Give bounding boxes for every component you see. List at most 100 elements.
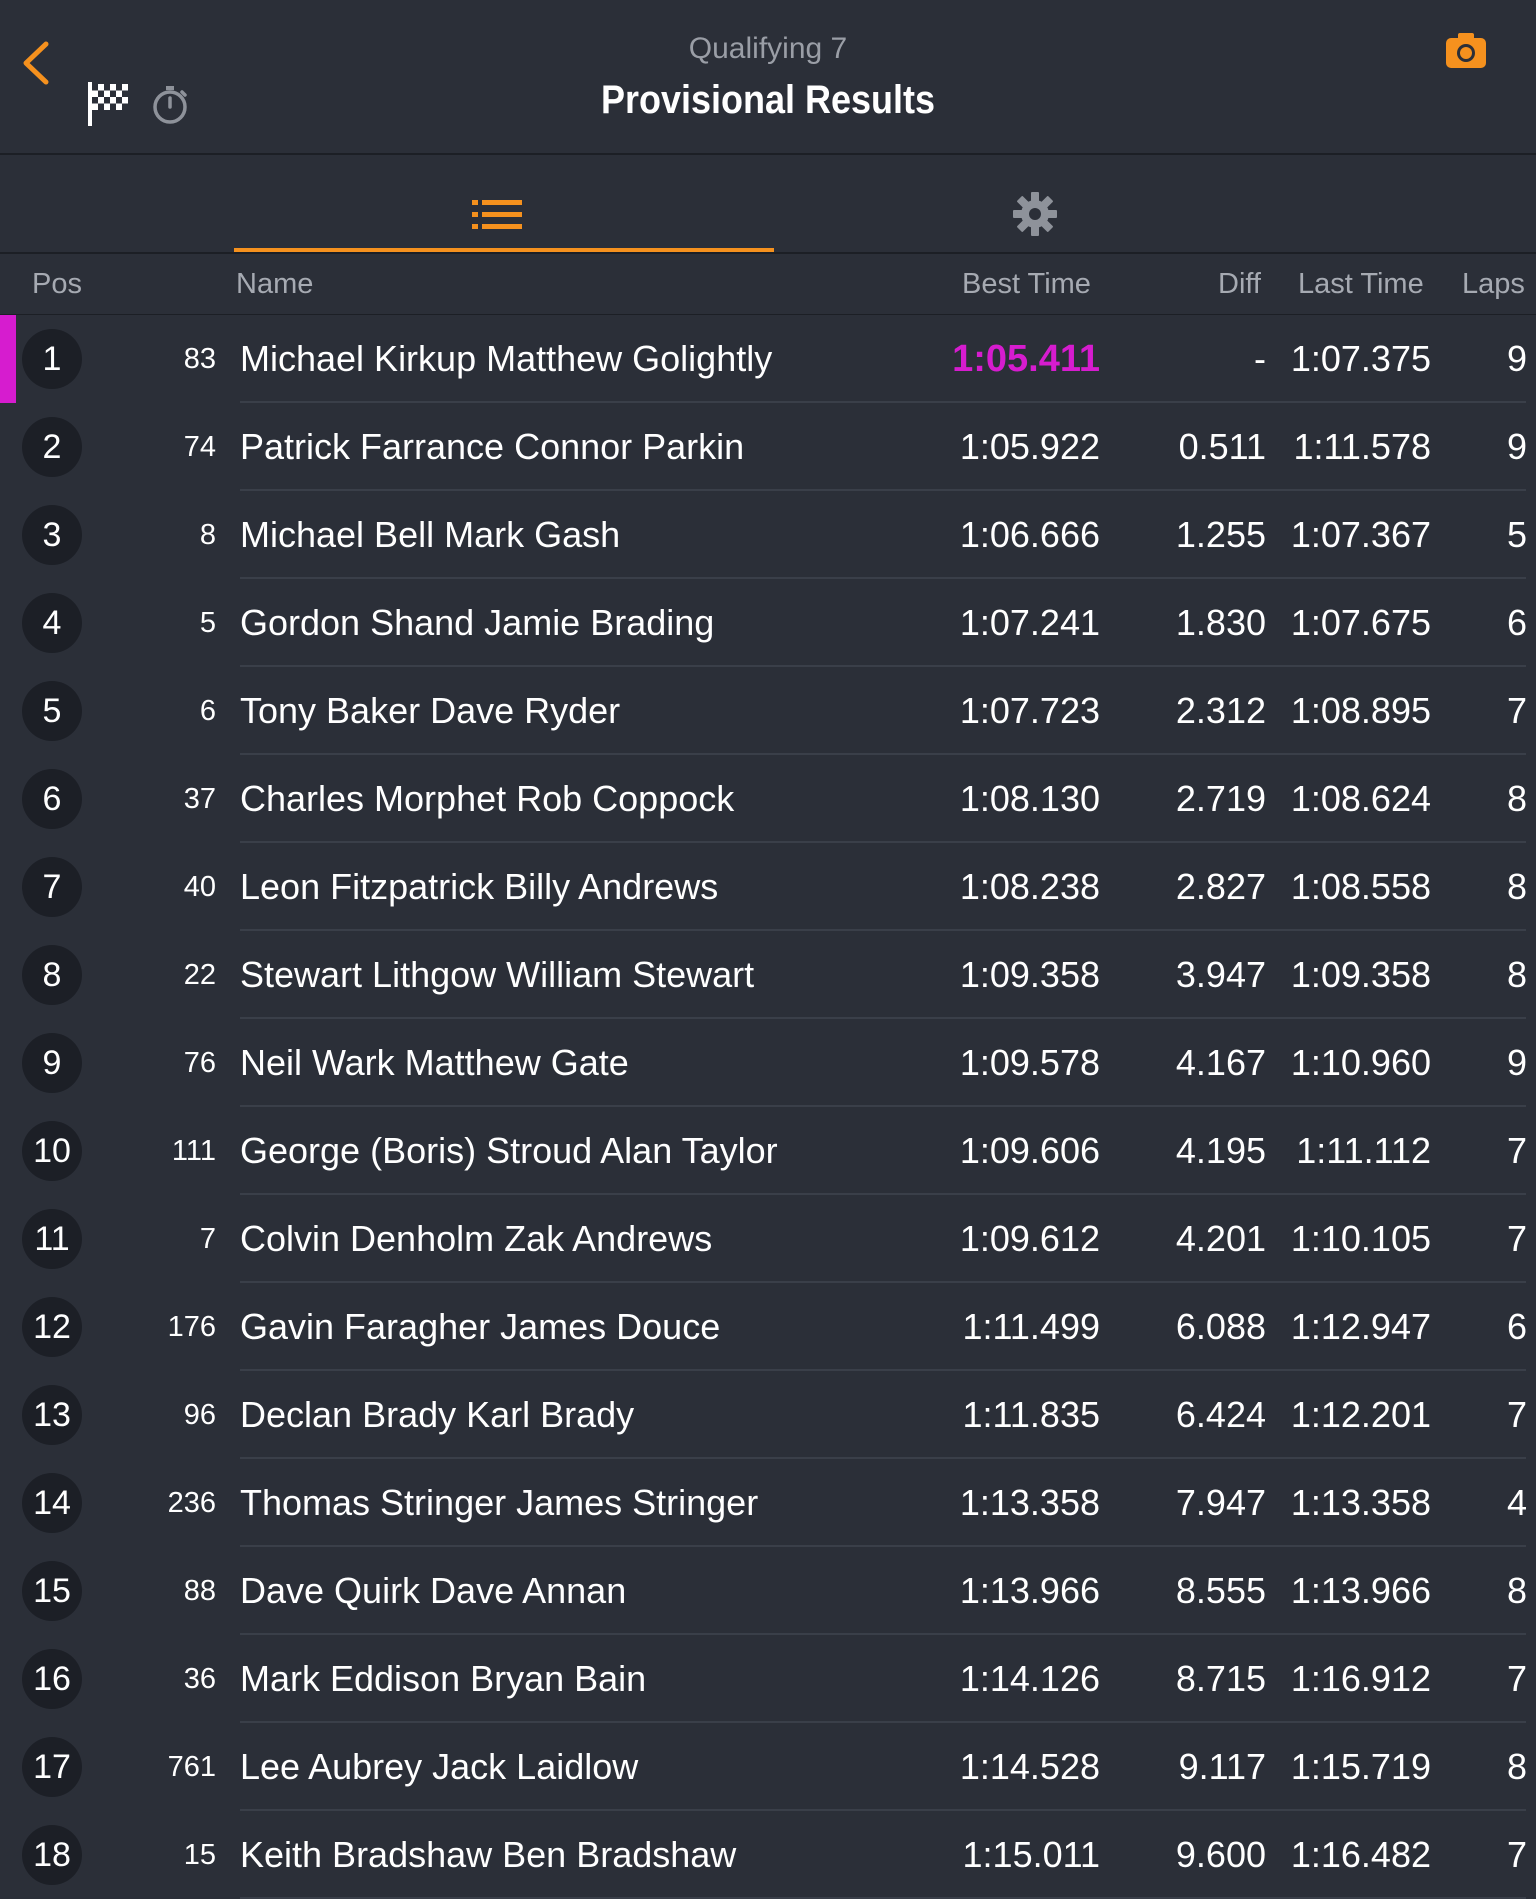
lap-count: 7 (1506, 1130, 1527, 1171)
diff-time: 4.195 (1175, 1130, 1266, 1171)
car-number: 83 (183, 343, 216, 375)
tab-settings[interactable] (1000, 155, 1070, 252)
car-number: 8 (199, 519, 216, 551)
lap-count: 8 (1506, 954, 1527, 995)
col-header-name[interactable]: Name (236, 268, 313, 301)
car-number: 761 (167, 1751, 216, 1783)
diff-time: 9.600 (1175, 1834, 1266, 1875)
table-row[interactable]: 18 15 Keith Bradshaw Ben Bradshaw 1:15.011 9… (0, 1811, 1536, 1899)
driver-names: Charles Morphet Rob Coppock (240, 778, 735, 819)
best-time: 1:08.130 (959, 778, 1100, 819)
car-number: 176 (167, 1311, 216, 1343)
table-row[interactable]: 1 83 Michael Kirkup Matthew Golightly 1:05.… (0, 315, 1536, 403)
lap-count: 7 (1506, 690, 1527, 731)
driver-names: Neil Wark Matthew Gate (240, 1042, 629, 1083)
diff-time: 2.827 (1175, 866, 1266, 907)
best-time: 1:05.922 (959, 426, 1100, 467)
lap-count: 7 (1506, 1834, 1527, 1875)
position-badge: 13 (22, 1385, 82, 1445)
diff-time: 1.255 (1175, 514, 1266, 555)
diff-time: 6.088 (1175, 1306, 1266, 1347)
column-headers: Pos Name Best Time Diff Last Time Laps (0, 254, 1536, 315)
lap-count: 7 (1506, 1218, 1527, 1259)
tab-results-list[interactable] (234, 155, 774, 252)
col-header-last-time[interactable]: Last Time (1298, 268, 1424, 301)
best-time: 1:14.126 (959, 1658, 1100, 1699)
car-number: 76 (183, 1047, 216, 1079)
position-badge: 8 (22, 945, 82, 1005)
driver-names: Stewart Lithgow William Stewart (240, 954, 755, 995)
best-time: 1:13.966 (959, 1570, 1100, 1611)
table-row[interactable]: 6 37 Charles Morphet Rob Coppock 1:08.130 2.… (0, 755, 1536, 843)
last-time: 1:12.201 (1290, 1394, 1431, 1435)
car-number: 37 (183, 783, 216, 815)
position-badge: 1 (22, 329, 82, 389)
diff-time: - (1254, 338, 1266, 379)
table-row[interactable]: 9 76 Neil Wark Matthew Gate 1:09.578 4.167 1:… (0, 1019, 1536, 1107)
best-time: 1:11.835 (962, 1394, 1100, 1435)
col-header-diff[interactable]: Diff (1218, 268, 1261, 301)
last-time: 1:16.482 (1290, 1834, 1431, 1875)
position-badge: 6 (22, 769, 82, 829)
position-badge: 15 (22, 1561, 82, 1621)
table-row[interactable]: 12 176 Gavin Faragher James Douce 1:11.499 6… (0, 1283, 1536, 1371)
lap-count: 6 (1506, 602, 1527, 643)
lap-count: 8 (1506, 1746, 1527, 1787)
car-number: 40 (183, 871, 216, 903)
position-badge: 18 (22, 1825, 82, 1885)
fastest-lap-marker (0, 315, 16, 403)
table-row[interactable]: 17 761 Lee Aubrey Jack Laidlow 1:14.528 9.11… (0, 1723, 1536, 1811)
position-badge: 12 (22, 1297, 82, 1357)
position-badge: 9 (22, 1033, 82, 1093)
col-header-laps[interactable]: Laps (1462, 268, 1525, 301)
table-row[interactable]: 14 236 Thomas Stringer James Stringer 1:13.… (0, 1459, 1536, 1547)
car-number: 7 (199, 1223, 216, 1255)
best-time: 1:09.578 (959, 1042, 1100, 1083)
diff-time: 2.312 (1175, 690, 1266, 731)
car-number: 74 (183, 431, 216, 463)
table-row[interactable]: 5 6 Tony Baker Dave Ryder 1:07.723 2.312 1:08… (0, 667, 1536, 755)
best-time: 1:14.528 (959, 1746, 1100, 1787)
table-row[interactable]: 16 36 Mark Eddison Bryan Bain 1:14.126 8.715… (0, 1635, 1536, 1723)
results-table: 1 83 Michael Kirkup Matthew Golightly 1:05.… (0, 315, 1536, 1899)
last-time: 1:13.358 (1290, 1482, 1431, 1523)
table-row[interactable]: 8 22 Stewart Lithgow William Stewart 1:09.3… (0, 931, 1536, 1019)
driver-names: Leon Fitzpatrick Billy Andrews (240, 866, 719, 907)
lap-count: 7 (1506, 1394, 1527, 1435)
col-header-pos[interactable]: Pos (32, 268, 82, 301)
lap-count: 6 (1506, 1306, 1527, 1347)
position-badge: 14 (22, 1473, 82, 1533)
table-row[interactable]: 11 7 Colvin Denholm Zak Andrews 1:09.612 4.2… (0, 1195, 1536, 1283)
last-time: 1:09.358 (1290, 954, 1431, 995)
page-title: Provisional Results (600, 78, 936, 122)
last-time: 1:07.375 (1290, 338, 1431, 379)
table-row[interactable]: 13 96 Declan Brady Karl Brady 1:11.835 6.424… (0, 1371, 1536, 1459)
position-badge: 11 (22, 1209, 82, 1269)
driver-names: Gordon Shand Jamie Brading (240, 602, 715, 643)
table-row[interactable]: 7 40 Leon Fitzpatrick Billy Andrews 1:08.23… (0, 843, 1536, 931)
table-row[interactable]: 15 88 Dave Quirk Dave Annan 1:13.966 8.555 1:… (0, 1547, 1536, 1635)
col-header-best-time[interactable]: Best Time (962, 268, 1091, 301)
active-tab-indicator (234, 248, 774, 252)
table-row[interactable]: 3 8 Michael Bell Mark Gash 1:06.666 1.255 1:0… (0, 491, 1536, 579)
table-row[interactable]: 10 111 George (Boris) Stroud Alan Taylor 1:… (0, 1107, 1536, 1195)
diff-time: 0.511 (1178, 426, 1266, 467)
table-row[interactable]: 4 5 Gordon Shand Jamie Brading 1:07.241 1.83… (0, 579, 1536, 667)
diff-time: 2.719 (1175, 778, 1266, 819)
best-time: 1:09.358 (959, 954, 1100, 995)
best-time: 1:09.612 (959, 1218, 1100, 1259)
diff-time: 9.117 (1178, 1746, 1266, 1787)
last-time: 1:10.960 (1290, 1042, 1431, 1083)
diff-time: 6.424 (1175, 1394, 1266, 1435)
lap-count: 9 (1506, 338, 1527, 379)
camera-button[interactable] (1444, 30, 1488, 70)
best-time: 1:05.411 (952, 338, 1100, 380)
diff-time: 4.201 (1175, 1218, 1266, 1259)
driver-names: Gavin Faragher James Douce (240, 1306, 721, 1347)
last-time: 1:07.675 (1290, 602, 1431, 643)
table-row[interactable]: 2 74 Patrick Farrance Connor Parkin 1:05.92… (0, 403, 1536, 491)
diff-time: 8.715 (1175, 1658, 1266, 1699)
best-time: 1:09.606 (959, 1130, 1100, 1171)
driver-names: Tony Baker Dave Ryder (240, 690, 621, 731)
best-time: 1:06.666 (959, 514, 1100, 555)
